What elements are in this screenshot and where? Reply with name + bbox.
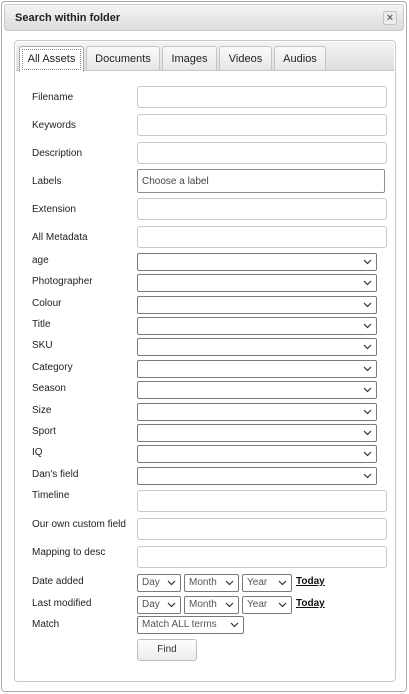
date-added-today-link[interactable]: Today [296,576,325,587]
timeline-input[interactable] [137,490,387,512]
dialog-titlebar: Search within folder × [4,4,404,31]
chevron-down-icon [363,387,372,393]
match-select[interactable]: Match ALL terms [137,616,244,634]
dans-field-select[interactable] [137,467,377,485]
chevron-down-icon [363,451,372,457]
chevron-down-icon [363,409,372,415]
chevron-down-icon [363,430,372,436]
extension-label: Extension [32,204,76,215]
date-added-label: Date added [32,576,84,587]
chevron-down-icon [225,602,234,608]
mapping-to-desc-input[interactable] [137,546,387,568]
match-value: Match ALL terms [142,619,217,630]
keywords-input[interactable] [137,114,387,136]
tab-images[interactable]: Images [162,46,217,70]
age-label: age [32,255,49,266]
custom-field-input[interactable] [137,518,387,540]
keywords-label: Keywords [32,120,76,131]
category-label: Category [32,362,73,373]
chevron-down-icon [363,302,372,308]
last-modified-today-link[interactable]: Today [296,598,325,609]
last-modified-label: Last modified [32,598,92,609]
colour-select[interactable] [137,296,377,314]
iq-select[interactable] [137,445,377,463]
tab-documents[interactable]: Documents [86,46,160,70]
extension-input[interactable] [137,198,387,220]
size-select[interactable] [137,403,377,421]
colour-label: Colour [32,298,62,309]
chevron-down-icon [278,580,287,586]
chevron-down-icon [278,602,287,608]
chevron-down-icon [363,366,372,372]
description-input[interactable] [137,142,387,164]
match-label: Match [32,619,60,630]
title-label: Title [32,319,51,330]
month-value: Month [189,599,217,610]
search-dialog: Search within folder × All Assets Docume… [1,1,407,692]
sku-select[interactable] [137,338,377,356]
filename-label: Filename [32,92,74,103]
sport-label: Sport [32,426,56,437]
date-added-year-select[interactable]: Year [242,574,292,592]
last-modified-day-select[interactable]: Day [137,596,181,614]
chevron-down-icon [363,259,372,265]
month-value: Month [189,577,217,588]
title-select[interactable] [137,317,377,335]
all-metadata-input[interactable] [137,226,387,248]
sport-select[interactable] [137,424,377,442]
description-label: Description [32,148,83,159]
date-added-month-select[interactable]: Month [184,574,239,592]
chevron-down-icon [363,473,372,479]
tab-all-assets[interactable]: All Assets [19,46,84,72]
category-select[interactable] [137,360,377,378]
sku-label: SKU [32,340,53,351]
last-modified-year-select[interactable]: Year [242,596,292,614]
tab-videos[interactable]: Videos [219,46,272,70]
age-select[interactable] [137,253,377,271]
labels-label: Labels [32,176,62,187]
filename-input[interactable] [137,86,387,108]
close-icon[interactable]: × [383,11,397,25]
chevron-down-icon [363,344,372,350]
season-label: Season [32,383,66,394]
chevron-down-icon [167,602,176,608]
size-label: Size [32,405,52,416]
chevron-down-icon [363,280,372,286]
tab-audios[interactable]: Audios [274,46,326,70]
photographer-select[interactable] [137,274,377,292]
day-value: Day [142,599,160,610]
year-value: Year [247,599,268,610]
tab-strip: All Assets Documents Images Videos Audio… [16,42,394,72]
dialog-title: Search within folder [15,12,121,24]
labels-input[interactable]: Choose a label [137,169,385,193]
chevron-down-icon [225,580,234,586]
dans-field-label: Dan's field [32,469,79,480]
date-added-day-select[interactable]: Day [137,574,181,592]
photographer-label: Photographer [32,276,93,287]
mapping-to-desc-label: Mapping to desc [32,547,106,558]
find-button[interactable]: Find [137,639,197,661]
day-value: Day [142,577,160,588]
last-modified-month-select[interactable]: Month [184,596,239,614]
chevron-down-icon [167,580,176,586]
chevron-down-icon [230,622,239,628]
chevron-down-icon [363,323,372,329]
iq-label: IQ [32,447,43,458]
all-metadata-label: All Metadata [32,232,88,243]
season-select[interactable] [137,381,377,399]
custom-field-label: Our own custom field [32,519,126,530]
year-value: Year [247,577,268,588]
timeline-label: Timeline [32,490,70,501]
